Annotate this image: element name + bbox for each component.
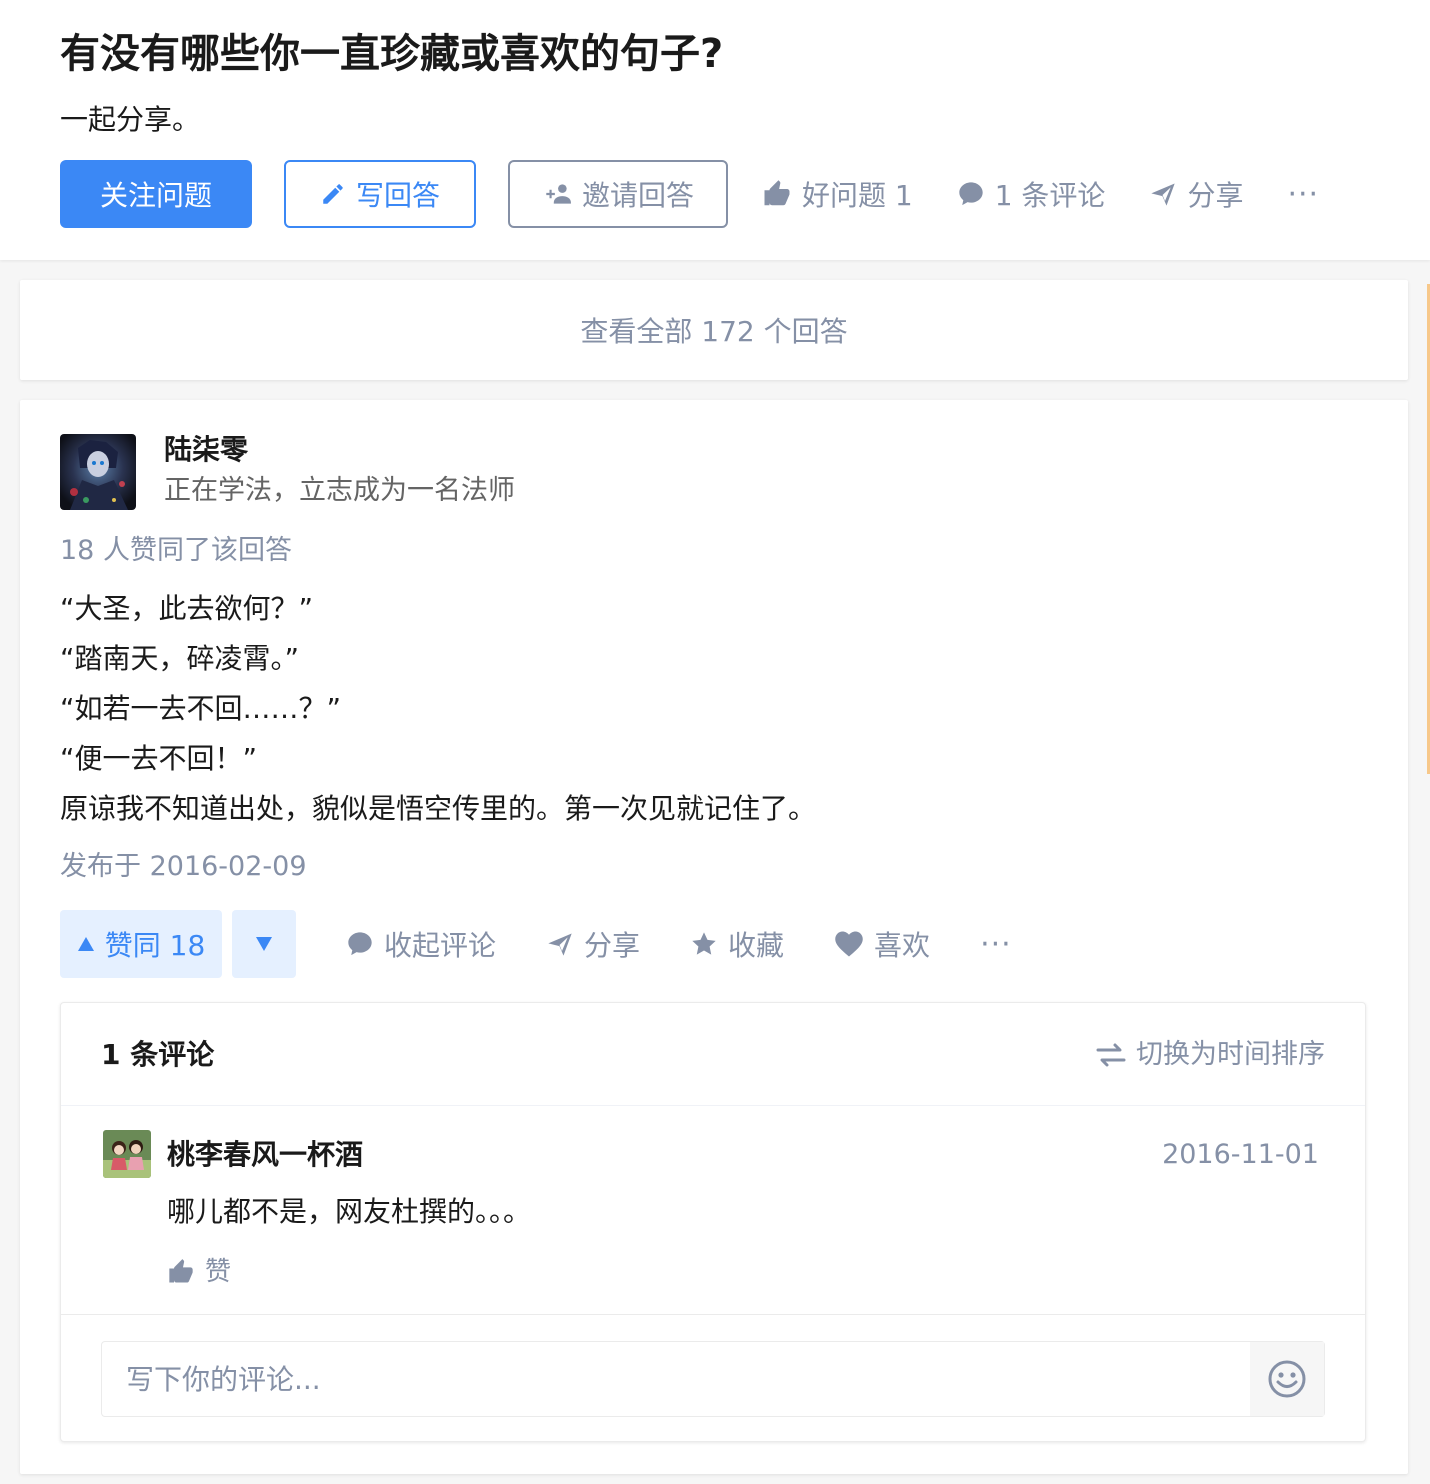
- share-question-button[interactable]: 分享: [1149, 174, 1243, 214]
- comment-input[interactable]: [102, 1342, 1250, 1416]
- comments-header: 1 条评论 切换为时间排序: [61, 1003, 1365, 1106]
- sort-switch-button[interactable]: 切换为时间排序: [1096, 1035, 1325, 1075]
- follow-question-label: 关注问题: [99, 179, 212, 212]
- comments-count: 1 条评论: [101, 1038, 215, 1071]
- view-all-answers-label: 查看全部 172 个回答: [580, 315, 848, 348]
- answer-paragraph: “便一去不回！”: [60, 742, 258, 775]
- commenter-name[interactable]: 桃李春风一杯酒: [167, 1136, 363, 1174]
- thumbs-up-icon: [169, 1259, 193, 1283]
- paper-plane-icon: [1151, 183, 1176, 206]
- add-user-icon: [546, 184, 571, 204]
- collect-button[interactable]: 收藏: [690, 924, 784, 964]
- comment-item: 桃李春风一杯酒 2016-11-01 哪儿都不是，网友杜撰的。。。 赞: [61, 1106, 1365, 1315]
- comment-time: 2016-11-01: [1162, 1139, 1319, 1170]
- comments-panel: 1 条评论 切换为时间排序 桃李春风一杯酒 2016-11-01 哪儿都不是，网…: [60, 1002, 1366, 1442]
- answer-paragraph: 原谅我不知道出处，貌似是悟空传里的。第一次见就记住了。: [60, 792, 817, 825]
- star-icon: [692, 932, 716, 955]
- swap-arrows-icon: [1096, 1043, 1126, 1067]
- more-options-icon[interactable]: ···: [1287, 177, 1319, 212]
- answer-paragraph: “大圣，此去欲何？”: [60, 592, 314, 625]
- more-options-icon[interactable]: ···: [980, 927, 1012, 962]
- share-answer-button[interactable]: 分享: [546, 924, 640, 964]
- invite-answer-label: 邀请回答: [581, 179, 694, 212]
- comment-editor: [101, 1341, 1325, 1417]
- triangle-down-icon: [256, 937, 272, 951]
- comment-bubble-icon: [348, 932, 372, 956]
- answer-paragraph: “踏南天，碎凌霄。”: [60, 642, 300, 675]
- invite-answer-button[interactable]: 邀请回答: [508, 160, 728, 228]
- share-answer-label: 分享: [584, 929, 641, 962]
- question-title: 有没有哪些你一直珍藏或喜欢的句子?: [60, 31, 724, 77]
- publish-date[interactable]: 发布于 2016-02-09: [60, 848, 307, 886]
- upvote-button[interactable]: 赞同 18: [60, 910, 222, 978]
- author-avatar[interactable]: [60, 434, 136, 510]
- commenter-avatar[interactable]: [103, 1130, 151, 1178]
- answer-content: “大圣，此去欲何？” “踏南天，碎凌霄。” “如若一去不回……？” “便一去不回…: [60, 584, 816, 834]
- author-bio: 正在学法，立志成为一名法师: [164, 475, 515, 506]
- downvote-button[interactable]: [232, 910, 296, 978]
- comment-text: 哪儿都不是，网友杜撰的。。。: [167, 1195, 532, 1228]
- vote-count-text: 18 人赞同了该回答: [60, 535, 292, 566]
- question-comments-button[interactable]: 1 条评论: [957, 174, 1106, 214]
- collapse-comments-label: 收起评论: [384, 929, 497, 962]
- question-comments-label: 1 条评论: [994, 179, 1106, 212]
- follow-question-button[interactable]: 关注问题: [60, 160, 252, 228]
- answer-paragraph: “如若一去不回……？”: [60, 692, 342, 725]
- question-actions: 关注问题 写回答 邀请回答 好问题 1 1 条评论 分享 ···: [60, 160, 1319, 228]
- pencil-icon: [323, 184, 343, 204]
- answer-card: 陆柒零 正在学法，立志成为一名法师 18 人赞同了该回答 “大圣，此去欲何？” …: [20, 400, 1408, 1474]
- like-button[interactable]: 喜欢: [834, 924, 930, 964]
- author-name[interactable]: 陆柒零: [164, 430, 248, 470]
- question-detail: 一起分享。: [60, 103, 201, 136]
- good-question-button[interactable]: 好问题 1: [762, 174, 913, 214]
- paper-plane-icon: [548, 933, 572, 956]
- smiley-icon: [1268, 1360, 1306, 1398]
- view-all-answers-button[interactable]: 查看全部 172 个回答: [20, 280, 1408, 380]
- upvote-label: 赞同 18: [104, 929, 206, 962]
- sort-switch-label: 切换为时间排序: [1136, 1039, 1325, 1070]
- triangle-up-icon: [77, 937, 94, 951]
- comment-like-button[interactable]: 赞: [167, 1252, 231, 1292]
- good-question-label: 好问题 1: [802, 179, 913, 212]
- share-question-label: 分享: [1187, 179, 1244, 212]
- write-answer-label: 写回答: [355, 179, 440, 212]
- comment-bubble-icon: [959, 182, 983, 206]
- write-answer-button[interactable]: 写回答: [284, 160, 476, 228]
- heart-icon: [835, 931, 863, 957]
- question-header: 有没有哪些你一直珍藏或喜欢的句子? 一起分享。 关注问题 写回答 邀请回答 好问…: [0, 0, 1430, 260]
- collapse-comments-button[interactable]: 收起评论: [346, 924, 496, 964]
- thumbs-up-icon: [764, 180, 790, 206]
- comment-like-label: 赞: [205, 1257, 232, 1287]
- answer-actions: 赞同 18 收起评论 分享 收藏 喜欢 ···: [60, 910, 1012, 978]
- collect-label: 收藏: [728, 929, 785, 962]
- like-label: 喜欢: [874, 929, 931, 962]
- emoji-button[interactable]: [1250, 1342, 1324, 1416]
